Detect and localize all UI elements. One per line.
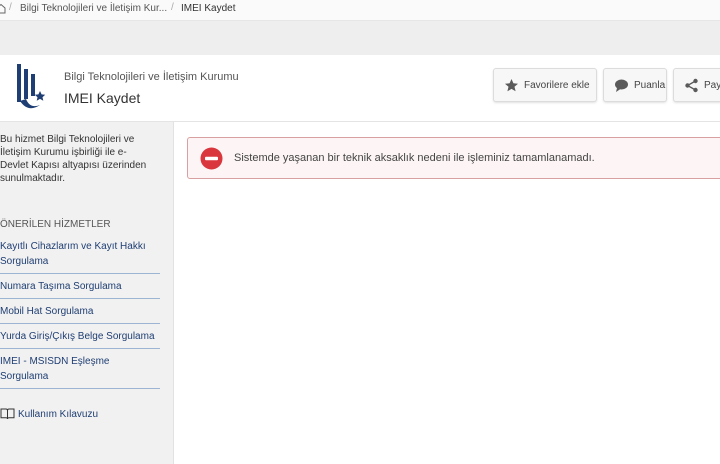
institution-name: Bilgi Teknolojileri ve İletişim Kurumu [64, 71, 239, 83]
top-band [0, 21, 720, 55]
service-intro-text: Bu hizmet Bilgi Teknolojileri ve İletişi… [0, 134, 147, 184]
rate-button-label: Puanla [634, 79, 666, 91]
star-icon [504, 78, 519, 93]
suggested-link-mobile-line[interactable]: Mobil Hat Sorgulama [0, 303, 160, 324]
share-button[interactable]: Payl [673, 68, 720, 102]
error-message: Sistemde yaşanan bir teknik aksaklık ned… [234, 152, 595, 164]
share-icon [684, 78, 699, 93]
home-icon[interactable] [0, 3, 6, 17]
suggested-link-imei-msisdn[interactable]: IMEI - MSISDN Eşleşme Sorgulama [0, 353, 160, 389]
sidebar: Bu hizmet Bilgi Teknolojileri ve İletişi… [0, 122, 174, 464]
suggested-services-list: Kayıtlı Cihazlarım ve Kayıt Hakkı Sorgul… [0, 238, 160, 393]
user-guide-label: Kullanım Kılavuzu [18, 408, 99, 420]
share-button-label: Payl [704, 79, 720, 91]
error-alert: Sistemde yaşanan bir teknik aksaklık ned… [187, 137, 720, 179]
favorite-button-label: Favorilere ekle [524, 79, 590, 91]
suggested-link-number-porting[interactable]: Numara Taşıma Sorgulama [0, 278, 160, 299]
book-icon [0, 408, 15, 420]
rate-button[interactable]: Puanla [603, 68, 667, 102]
breadcrumb-item-current: IMEI Kaydet [181, 3, 236, 14]
btk-logo [14, 61, 48, 113]
breadcrumb-separator: / [9, 2, 12, 13]
service-header: Bilgi Teknolojileri ve İletişim Kurumu I… [0, 55, 720, 122]
add-to-favorites-button[interactable]: Favorilere ekle [493, 68, 597, 102]
breadcrumb-separator: / [171, 2, 174, 13]
comment-icon [614, 78, 629, 93]
error-icon [200, 147, 223, 170]
page-title: IMEI Kaydet [64, 90, 141, 106]
suggested-link-entry-exit-document[interactable]: Yurda Giriş/Çıkış Belge Sorgulama [0, 328, 160, 349]
suggested-services-heading: ÖNERİLEN HİZMETLER [0, 219, 111, 230]
breadcrumb: / Bilgi Teknolojileri ve İletişim Kur...… [0, 0, 720, 21]
suggested-link-registered-devices[interactable]: Kayıtlı Cihazlarım ve Kayıt Hakkı Sorgul… [0, 238, 160, 274]
breadcrumb-item-institution[interactable]: Bilgi Teknolojileri ve İletişim Kur... [20, 3, 167, 14]
user-guide-link[interactable]: Kullanım Kılavuzu [0, 408, 98, 420]
